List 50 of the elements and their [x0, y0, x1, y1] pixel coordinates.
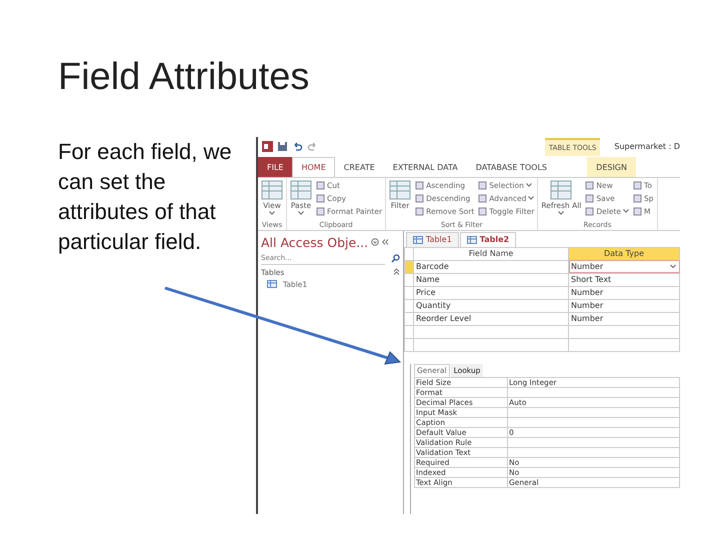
slide-body-text: For each field, we can set the attributes of that particular field.	[58, 138, 233, 256]
row-selector[interactable]	[404, 260, 414, 273]
column-header: Data Type	[568, 247, 680, 260]
table-cell[interactable]: Barcode	[414, 260, 568, 273]
ribbon-tab[interactable]: DATABASE TOOLS	[466, 156, 556, 176]
table-cell[interactable]: Number	[568, 286, 680, 299]
property-value[interactable]	[508, 437, 680, 447]
table-cell[interactable]: Name	[414, 273, 568, 286]
table-cell[interactable]: Number	[568, 260, 680, 273]
ribbon-tab[interactable]: EXTERNAL DATA	[384, 156, 467, 176]
slide-title: Field Attributes	[58, 56, 310, 98]
table-cell[interactable]: Price	[414, 286, 568, 299]
row-selector[interactable]	[404, 312, 414, 325]
column-header: Field Name	[414, 247, 568, 260]
document-tab[interactable]: Table2	[460, 232, 516, 246]
table-cell[interactable]: Short Text	[568, 273, 680, 286]
ribbon-tab[interactable]: CREATE	[334, 156, 384, 176]
undo-icon[interactable]	[292, 141, 303, 152]
property-value[interactable]	[508, 407, 680, 417]
table-icon	[466, 236, 477, 244]
table-cell[interactable]: Number	[568, 312, 680, 325]
ribbon-tab[interactable]: DESIGN	[587, 156, 636, 176]
search-icon	[391, 254, 400, 263]
nav-pane-title[interactable]: All Access Obje...	[261, 234, 368, 250]
command-icon	[389, 180, 412, 200]
redo-icon[interactable]	[307, 141, 318, 152]
command-icon	[290, 180, 312, 200]
save-icon[interactable]	[277, 141, 288, 152]
dropdown-icon[interactable]	[669, 263, 677, 270]
ribbon-tab[interactable]: HOME	[292, 156, 335, 176]
property-value[interactable]	[508, 417, 680, 427]
row-selector[interactable]	[404, 286, 414, 299]
collapse-icon[interactable]	[382, 239, 390, 245]
ribbon-tab[interactable]: FILE	[258, 156, 292, 176]
table-cell[interactable]: Number	[568, 299, 680, 312]
command-icon	[550, 180, 572, 200]
dropdown-circle-icon[interactable]	[371, 238, 380, 246]
table-icon	[413, 236, 423, 244]
table-cell[interactable]: Quantity	[414, 299, 568, 312]
row-selector[interactable]	[404, 299, 414, 312]
app-logo-icon	[262, 141, 273, 152]
row-selector[interactable]	[404, 273, 414, 286]
window-title: Supermarket : D	[613, 142, 680, 151]
collapse-icon[interactable]	[393, 268, 400, 274]
document-tab[interactable]: Table1	[406, 232, 459, 246]
table-cell[interactable]: Reorder Level	[414, 312, 568, 325]
command-icon	[261, 180, 283, 200]
property-value[interactable]	[508, 447, 680, 457]
table-icon	[267, 280, 277, 288]
property-value[interactable]	[508, 387, 680, 397]
